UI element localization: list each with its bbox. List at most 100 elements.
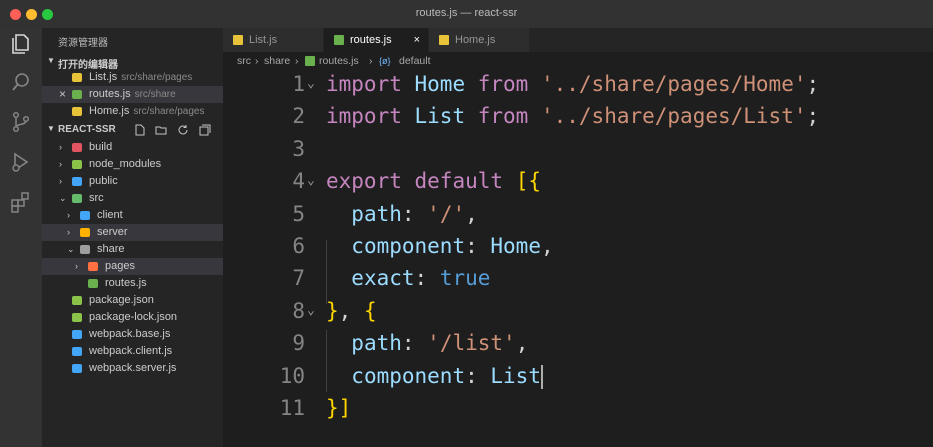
code-token: Home <box>414 72 466 96</box>
tree-item-package-json[interactable]: package.json <box>42 292 223 309</box>
code-line[interactable]: export default [{ <box>326 167 541 195</box>
tree-item-src[interactable]: ⌄ src <box>42 190 223 207</box>
tree-item-node-modules[interactable]: › node_modules <box>42 156 223 173</box>
fold-chevron-icon[interactable]: ⌄ <box>307 303 315 318</box>
folder-icon <box>72 177 82 186</box>
search-icon[interactable] <box>9 70 33 94</box>
tab-routes-js[interactable]: routes.js × <box>324 28 429 52</box>
window-title: routes.js — react-ssr <box>415 7 518 19</box>
tree-item-label: server <box>97 226 128 238</box>
code-line[interactable]: component: Home, <box>326 232 554 260</box>
breadcrumb-item[interactable]: routes.js <box>319 52 359 70</box>
code-token: ; <box>806 72 820 96</box>
tab-label: Home.js <box>455 34 496 46</box>
code-token: : <box>465 234 491 258</box>
tree-item-build[interactable]: › build <box>42 139 223 156</box>
code-token: : <box>401 201 428 226</box>
tree-item-server[interactable]: › server <box>42 224 223 241</box>
code-token: path <box>351 331 402 356</box>
folder-icon <box>80 228 90 237</box>
tree-item-public[interactable]: › public <box>42 173 223 190</box>
code-line[interactable]: path: '/list', <box>326 329 528 357</box>
new-folder-icon[interactable] <box>155 124 167 136</box>
code-line[interactable]: }] <box>326 394 351 422</box>
collapse-all-icon[interactable] <box>199 124 211 136</box>
close-icon[interactable]: × <box>59 86 66 103</box>
tree-item-webpack-server-js[interactable]: webpack.server.js <box>42 360 223 377</box>
tree-item-share[interactable]: ⌄ share <box>42 241 223 258</box>
extensions-icon[interactable] <box>9 190 33 214</box>
run-debug-icon[interactable] <box>9 150 33 174</box>
code-token: } <box>326 396 339 420</box>
title-bar: routes.js — react-ssr <box>0 0 933 28</box>
code-line[interactable]: exact: true <box>326 264 490 292</box>
editor-tabs: List.js routes.js × Home.js <box>223 28 933 52</box>
code-line[interactable]: import Home from '../share/pages/Home'; <box>326 70 819 98</box>
files-icon[interactable] <box>9 32 33 56</box>
js-file-icon <box>439 35 449 45</box>
open-editor-item[interactable]: × routes.js src/share <box>42 86 223 103</box>
file-icon <box>72 296 82 305</box>
fold-chevron-icon[interactable]: ⌄ <box>307 76 315 91</box>
breadcrumb-item[interactable]: default <box>399 52 431 70</box>
close-icon[interactable]: × <box>414 28 420 52</box>
code-token: : <box>465 363 491 388</box>
refresh-icon[interactable] <box>177 124 189 136</box>
line-number: 10 <box>279 363 305 388</box>
tab-label: List.js <box>249 34 278 46</box>
line-number: 1 <box>292 72 305 96</box>
code-line[interactable]: }, { <box>326 297 377 325</box>
chevron-down-icon: ⌄ <box>67 244 75 254</box>
open-editor-item[interactable]: List.js src/share/pages <box>42 69 223 86</box>
code-token: ] <box>338 396 352 420</box>
tab-home-js[interactable]: Home.js <box>429 28 530 52</box>
open-editor-item[interactable]: Home.js src/share/pages <box>42 103 223 120</box>
text-cursor <box>540 364 543 389</box>
line-number: 2 <box>292 104 305 129</box>
code-token: : <box>414 266 440 291</box>
routes-file-icon <box>305 56 315 66</box>
code-token: , <box>540 234 554 258</box>
chevron-right-icon: › <box>295 55 299 67</box>
code-token: from <box>477 104 529 129</box>
line-number: 8 <box>292 298 305 323</box>
code-line[interactable]: import List from '../share/pages/List'; <box>326 102 819 130</box>
folder-icon <box>72 143 82 152</box>
folder-icon <box>80 211 90 220</box>
tree-item-package-lock-json[interactable]: package-lock.json <box>42 309 223 326</box>
code-token: , <box>515 331 529 356</box>
code-token: [ <box>515 169 529 194</box>
tree-item-webpack-base-js[interactable]: webpack.base.js <box>42 326 223 343</box>
tree-item-client[interactable]: › client <box>42 207 223 224</box>
source-control-icon[interactable] <box>9 110 33 134</box>
code-token: import <box>326 104 402 129</box>
open-editors-header[interactable]: ▼ 打开的编辑器 <box>42 54 223 71</box>
breadcrumb-item[interactable]: src <box>237 52 251 70</box>
code-line[interactable]: component: List <box>326 362 543 390</box>
tab-list-js[interactable]: List.js <box>223 28 324 52</box>
breadcrumb-item[interactable]: share <box>264 52 290 70</box>
new-file-icon[interactable] <box>134 124 146 136</box>
code-token: component <box>351 234 466 258</box>
js-file-icon <box>72 107 82 116</box>
chevron-right-icon: › <box>255 55 259 67</box>
tree-item-label: client <box>97 209 123 221</box>
code-token: } <box>326 298 339 323</box>
tree-item-label: node_modules <box>89 158 162 170</box>
tree-item-pages[interactable]: › pages <box>42 258 223 275</box>
file-icon <box>72 330 82 339</box>
tree-item-webpack-client-js[interactable]: webpack.client.js <box>42 343 223 360</box>
code-token: export <box>326 169 402 194</box>
project-header[interactable]: ▼ REACT-SSR <box>42 122 223 138</box>
tree-item-routes-js[interactable]: routes.js <box>42 275 223 292</box>
activity-bar <box>0 28 42 447</box>
code-editor[interactable]: 1 2 3 4 5 6 7 8 9 10 11 ⌄ ⌄ ⌄ import Home from '../sh… <box>223 70 933 447</box>
fold-chevron-icon[interactable]: ⌄ <box>307 173 315 188</box>
code-line[interactable]: path: '/', <box>326 200 477 228</box>
